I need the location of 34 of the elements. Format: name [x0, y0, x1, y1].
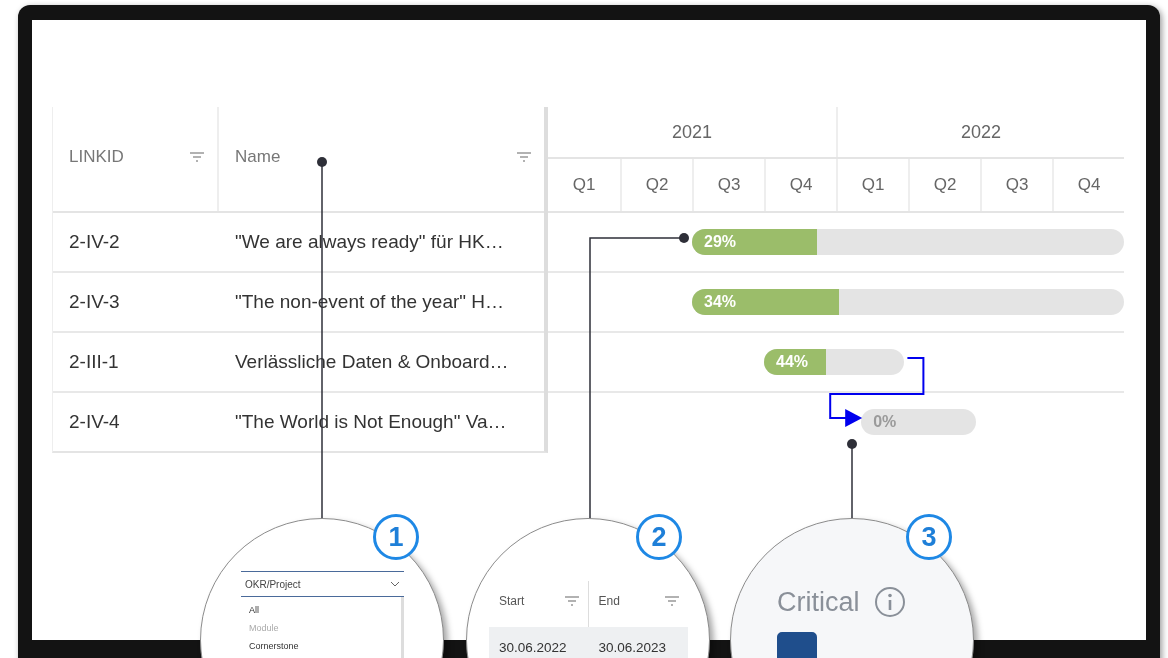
filter-icon[interactable]: [189, 151, 205, 163]
year-label: 2022: [836, 107, 1124, 157]
progress-label: 44%: [776, 352, 809, 372]
critical-label: Critical: [777, 586, 860, 618]
dropdown-field[interactable]: OKR/Project: [241, 571, 404, 597]
table-cell-text: 2-IV-2: [68, 231, 121, 253]
column-header[interactable]: End: [598, 594, 620, 608]
chevron-icon: [390, 581, 400, 587]
quarter-label: Q4: [1052, 159, 1124, 211]
dropdown-option[interactable]: Cornerstone: [249, 641, 393, 651]
filter-icon[interactable]: [563, 595, 580, 607]
quarter-label: Q2: [620, 159, 692, 211]
table-cell-text: 2-III-1: [68, 351, 120, 373]
year-label: 2021: [670, 120, 713, 144]
table-cell-text: 30.06.2023: [597, 639, 668, 655]
quarter-label: Q4: [764, 159, 836, 211]
table-cell-text: 30.06.2022: [498, 639, 568, 655]
dropdown-option[interactable]: All: [249, 605, 393, 615]
quarter-label: Q3: [980, 159, 1052, 211]
progress-label: 0%: [873, 412, 897, 432]
column-header[interactable]: Name: [235, 147, 281, 167]
quarter-label: Q3: [692, 159, 764, 211]
progress-label: 29%: [704, 232, 737, 252]
quarter-label: Q1: [571, 174, 597, 196]
progress-label: 34%: [704, 292, 737, 312]
filter-icon[interactable]: [664, 595, 680, 607]
info-icon[interactable]: [873, 586, 906, 618]
table-cell-text: 2-IV-4: [68, 411, 121, 433]
filter-icon[interactable]: [516, 151, 532, 163]
quarter-label: Q2: [908, 159, 980, 211]
quarter-label: Q1: [836, 159, 908, 211]
column-header[interactable]: Start: [499, 594, 525, 608]
table-cell-text: 2-IV-3: [68, 291, 121, 313]
column-header[interactable]: LINKID: [69, 147, 124, 167]
